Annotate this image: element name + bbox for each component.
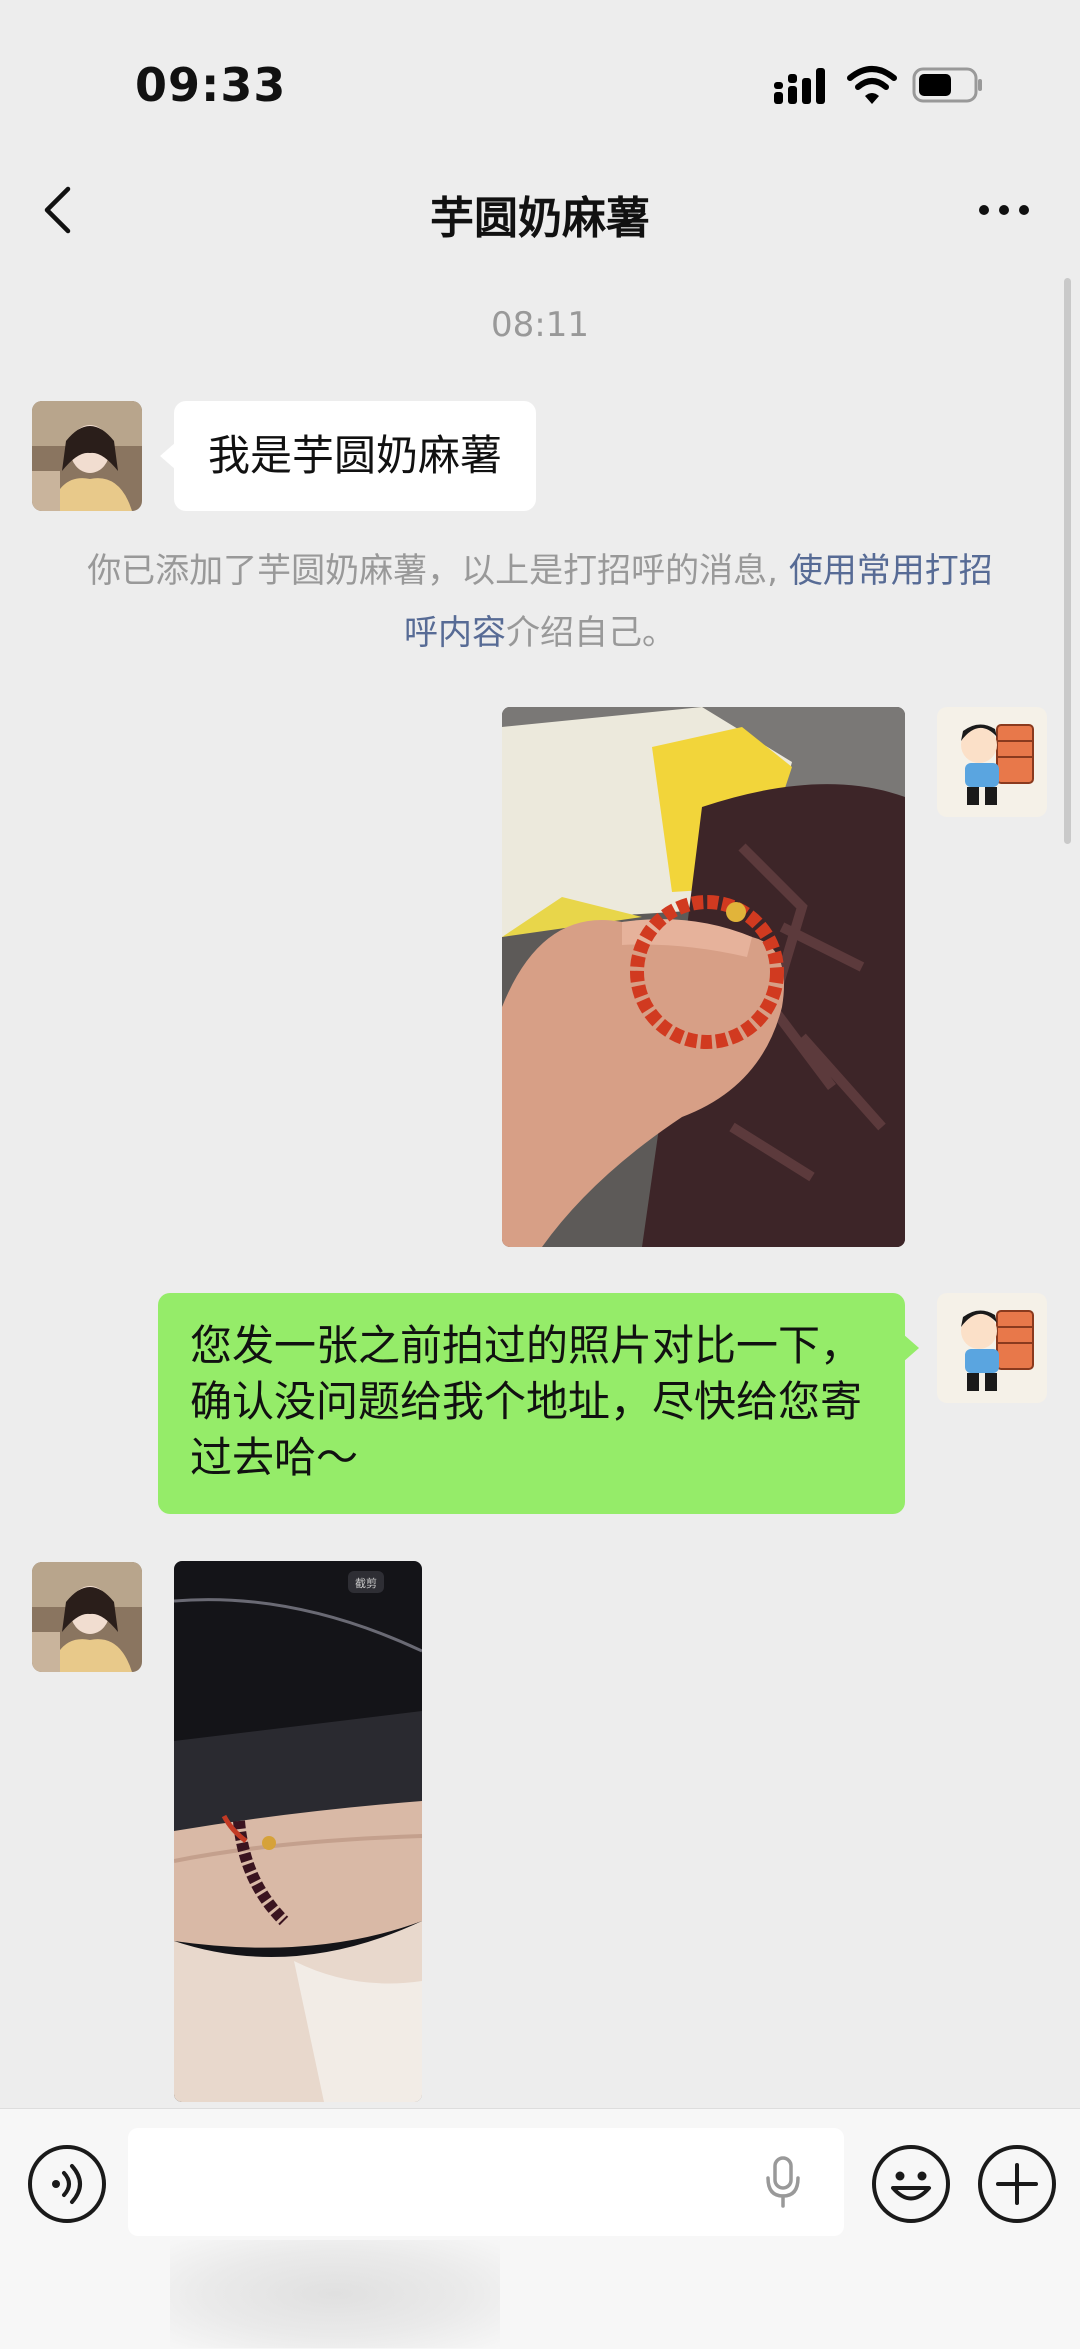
- message-input[interactable]: [128, 2128, 844, 2236]
- sent-photo[interactable]: [502, 707, 905, 1247]
- my-avatar[interactable]: [937, 1293, 1047, 1403]
- notice-text-end: 介绍自己。: [506, 613, 676, 653]
- battery-icon: [912, 67, 982, 103]
- my-avatar[interactable]: [937, 707, 1047, 817]
- chat-title: 芋圆奶麻薯: [430, 193, 650, 244]
- message-timestamp: 08:11: [491, 305, 589, 345]
- message-text: 我是芋圆奶麻薯: [208, 431, 503, 480]
- voice-toggle-icon: [52, 2164, 82, 2204]
- system-notice: 你已添加了芋圆奶麻薯，以上是打招呼的消息, 使用常用打招呼内容介绍自己。: [78, 540, 1002, 664]
- emoji-button[interactable]: [872, 2145, 950, 2223]
- signal-icon: [774, 68, 825, 104]
- bubble-tail: [160, 442, 176, 470]
- voice-toggle-button[interactable]: [28, 2145, 106, 2223]
- plus-button[interactable]: [978, 2145, 1056, 2223]
- received-photo[interactable]: 截剪: [174, 1561, 422, 2102]
- contact-avatar[interactable]: [32, 1562, 142, 1672]
- more-icon[interactable]: [978, 200, 1030, 220]
- wifi-icon: [847, 66, 897, 104]
- contact-avatar[interactable]: [32, 401, 142, 511]
- scrollbar[interactable]: [1064, 278, 1071, 844]
- microphone-icon[interactable]: [764, 2156, 802, 2208]
- photo-label: 截剪: [355, 1576, 377, 1590]
- keyboard-peek: [170, 2240, 500, 2348]
- status-time: 09:33: [135, 58, 287, 112]
- notice-text: 你已添加了芋圆奶麻薯，以上是打招呼的消息,: [87, 551, 789, 591]
- bubble-tail: [903, 1334, 919, 1362]
- message-bubble-sent[interactable]: 您发一张之前拍过的照片对比一下，确认没问题给我个地址，尽快给您寄过去哈～: [158, 1293, 905, 1514]
- message-bubble-received[interactable]: 我是芋圆奶麻薯: [174, 401, 537, 511]
- emoji-icon: [891, 2171, 931, 2201]
- plus-icon: [996, 2163, 1038, 2205]
- message-text: 您发一张之前拍过的照片对比一下，确认没问题给我个地址，尽快给您寄过去哈～: [190, 1321, 863, 1482]
